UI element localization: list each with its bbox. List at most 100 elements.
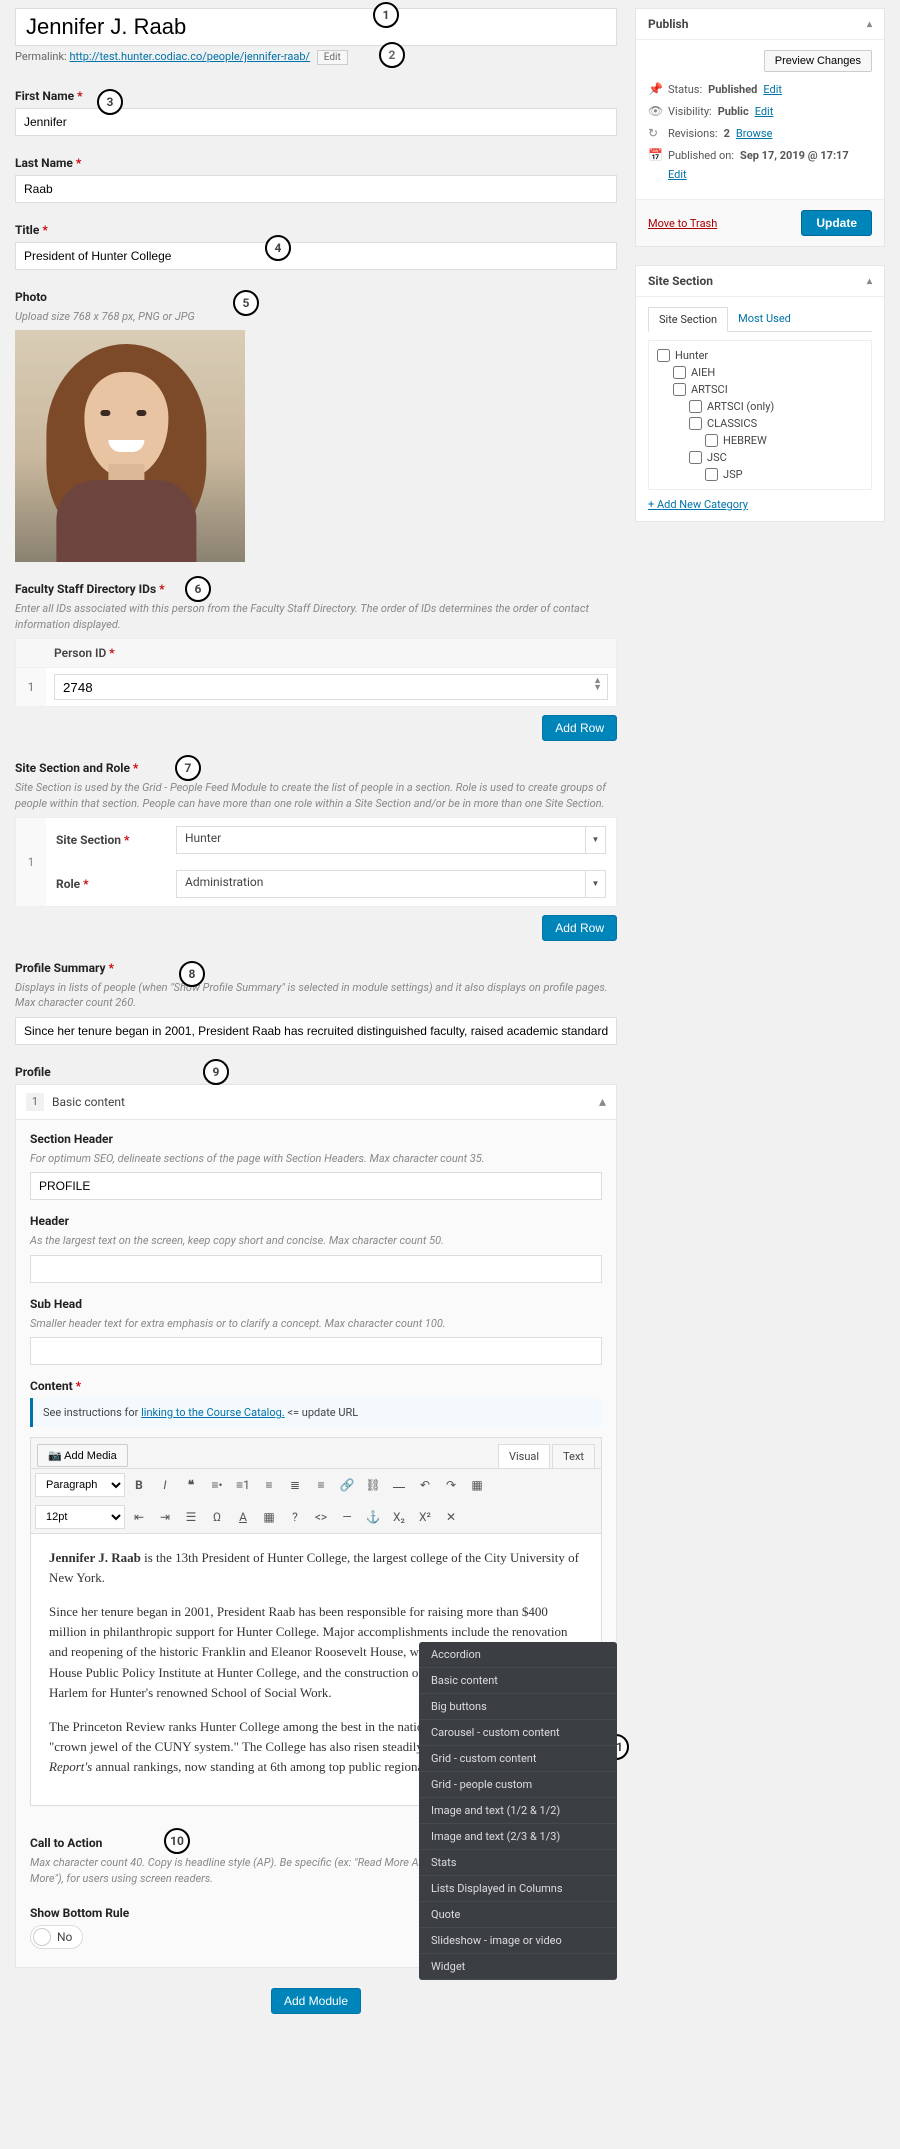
number-list-icon[interactable]: ≡1: [231, 1473, 255, 1497]
category-checkbox[interactable]: [705, 434, 718, 447]
summary-input[interactable]: [15, 1017, 617, 1045]
category-checkbox[interactable]: [705, 468, 718, 481]
preview-changes-button[interactable]: Preview Changes: [764, 50, 872, 72]
bottom-rule-toggle[interactable]: No: [30, 1925, 83, 1949]
person-id-input[interactable]: [54, 674, 608, 700]
move-to-trash-link[interactable]: Move to Trash: [648, 217, 717, 230]
module-menu-item[interactable]: Grid - custom content: [419, 1746, 617, 1772]
category-checkbox[interactable]: [689, 400, 702, 413]
fontsize-select[interactable]: 12pt: [35, 1505, 125, 1529]
hr-icon[interactable]: —: [335, 1505, 359, 1529]
align-right-icon[interactable]: ≡: [309, 1473, 333, 1497]
last-name-input[interactable]: [15, 175, 617, 203]
category-checkbox[interactable]: [673, 366, 686, 379]
redo-icon[interactable]: ↷: [439, 1473, 463, 1497]
code-icon[interactable]: <>: [309, 1505, 333, 1529]
italic-icon[interactable]: I: [153, 1473, 177, 1497]
permalink-url[interactable]: http://test.hunter.codiac.co/people/jenn…: [69, 50, 310, 63]
visibility-edit-link[interactable]: Edit: [755, 105, 774, 118]
quote-icon[interactable]: ❝: [179, 1473, 203, 1497]
row-number: 1: [16, 818, 46, 906]
tab-site-section[interactable]: Site Section: [648, 307, 728, 332]
add-row-button[interactable]: Add Row: [542, 915, 617, 941]
bold-icon[interactable]: B: [127, 1473, 151, 1497]
collapse-icon[interactable]: ▴: [599, 1094, 606, 1110]
module-menu-item[interactable]: Accordion: [419, 1642, 617, 1668]
unlink-icon[interactable]: ⛓: [361, 1473, 385, 1497]
category-item[interactable]: JSC: [657, 449, 863, 466]
specialchar-icon[interactable]: Ω: [205, 1505, 229, 1529]
module-menu-item[interactable]: Image and text (1/2 & 1/2): [419, 1798, 617, 1824]
revisions-browse-link[interactable]: Browse: [736, 127, 773, 140]
module-menu-item[interactable]: Widget: [419, 1954, 617, 1980]
align-center-icon[interactable]: ≣: [283, 1473, 307, 1497]
subhead-input[interactable]: [30, 1337, 602, 1365]
collapse-icon[interactable]: ▴: [867, 19, 872, 30]
module-menu-item[interactable]: Big buttons: [419, 1694, 617, 1720]
toolbar-toggle-icon[interactable]: ▦: [465, 1473, 489, 1497]
site-section-select[interactable]: Hunter▼: [176, 826, 606, 854]
category-item[interactable]: HEBREW: [657, 432, 863, 449]
section-header-label: Section Header: [30, 1132, 602, 1146]
category-checkbox[interactable]: [689, 451, 702, 464]
paragraph-select[interactable]: Paragraph: [35, 1473, 125, 1497]
text-tab[interactable]: Text: [552, 1444, 595, 1468]
add-new-category-link[interactable]: + Add New Category: [648, 498, 748, 511]
photo-thumbnail[interactable]: [15, 330, 245, 562]
section-header-input[interactable]: [30, 1172, 602, 1200]
add-row-button[interactable]: Add Row: [542, 715, 617, 741]
module-menu-item[interactable]: Stats: [419, 1850, 617, 1876]
module-menu-item[interactable]: Quote: [419, 1902, 617, 1928]
post-title-input[interactable]: [15, 8, 617, 46]
header-input[interactable]: [30, 1255, 602, 1283]
add-module-button[interactable]: Add Module: [271, 1988, 361, 2014]
update-button[interactable]: Update: [801, 210, 872, 236]
indent-icon[interactable]: ⇥: [153, 1505, 177, 1529]
module-menu-item[interactable]: Slideshow - image or video: [419, 1928, 617, 1954]
role-select[interactable]: Administration▼: [176, 870, 606, 898]
sub-icon[interactable]: X₂: [387, 1505, 411, 1529]
catalog-link[interactable]: linking to the Course Catalog.: [141, 1406, 285, 1419]
category-item[interactable]: JSP: [657, 466, 863, 483]
add-media-button[interactable]: 📷 Add Media: [37, 1444, 128, 1467]
status-edit-link[interactable]: Edit: [763, 83, 782, 96]
category-item[interactable]: Hunter: [657, 347, 863, 364]
tab-most-used[interactable]: Most Used: [728, 307, 801, 331]
visual-tab[interactable]: Visual: [498, 1444, 550, 1468]
category-item[interactable]: AIEH: [657, 364, 863, 381]
header-label: Header: [30, 1214, 602, 1228]
readmore-icon[interactable]: ⎼: [387, 1473, 411, 1497]
align-left-icon[interactable]: ≡: [257, 1473, 281, 1497]
module-menu-item[interactable]: Lists Displayed in Columns: [419, 1876, 617, 1902]
category-checkbox[interactable]: [657, 349, 670, 362]
category-item[interactable]: ARTSCI: [657, 381, 863, 398]
fsd-help: Enter all IDs associated with this perso…: [15, 601, 617, 632]
date-edit-link[interactable]: Edit: [668, 168, 687, 181]
module-header[interactable]: 1 Basic content ▴: [16, 1085, 616, 1120]
module-menu-item[interactable]: Grid - people custom: [419, 1772, 617, 1798]
module-menu-item[interactable]: Carousel - custom content: [419, 1720, 617, 1746]
outdent-icon[interactable]: ⇤: [127, 1505, 151, 1529]
link-icon[interactable]: 🔗: [335, 1473, 359, 1497]
permalink-label: Permalink:: [15, 50, 67, 63]
collapse-icon[interactable]: ▴: [867, 276, 872, 287]
permalink-edit-button[interactable]: Edit: [317, 50, 348, 65]
anchor-icon[interactable]: ⚓: [361, 1505, 385, 1529]
sup-icon[interactable]: X²: [413, 1505, 437, 1529]
justify-icon[interactable]: ☰: [179, 1505, 203, 1529]
title-input[interactable]: [15, 242, 617, 270]
module-menu-item[interactable]: Image and text (2/3 & 1/3): [419, 1824, 617, 1850]
category-checkbox[interactable]: [673, 383, 686, 396]
help-icon[interactable]: ?: [283, 1505, 307, 1529]
bullet-list-icon[interactable]: ≡•: [205, 1473, 229, 1497]
table-icon[interactable]: ▦: [257, 1505, 281, 1529]
textcolor-icon[interactable]: A: [231, 1505, 255, 1529]
category-item[interactable]: CLASSICS: [657, 415, 863, 432]
category-checkbox[interactable]: [689, 417, 702, 430]
category-item[interactable]: ARTSCI (only): [657, 398, 863, 415]
module-menu-item[interactable]: Basic content: [419, 1668, 617, 1694]
section-header-help: For optimum SEO, delineate sections of t…: [30, 1151, 602, 1166]
content-instructions: See instructions for linking to the Cour…: [30, 1398, 602, 1427]
undo-icon[interactable]: ↶: [413, 1473, 437, 1497]
clearformat-icon[interactable]: ✕: [439, 1505, 463, 1529]
